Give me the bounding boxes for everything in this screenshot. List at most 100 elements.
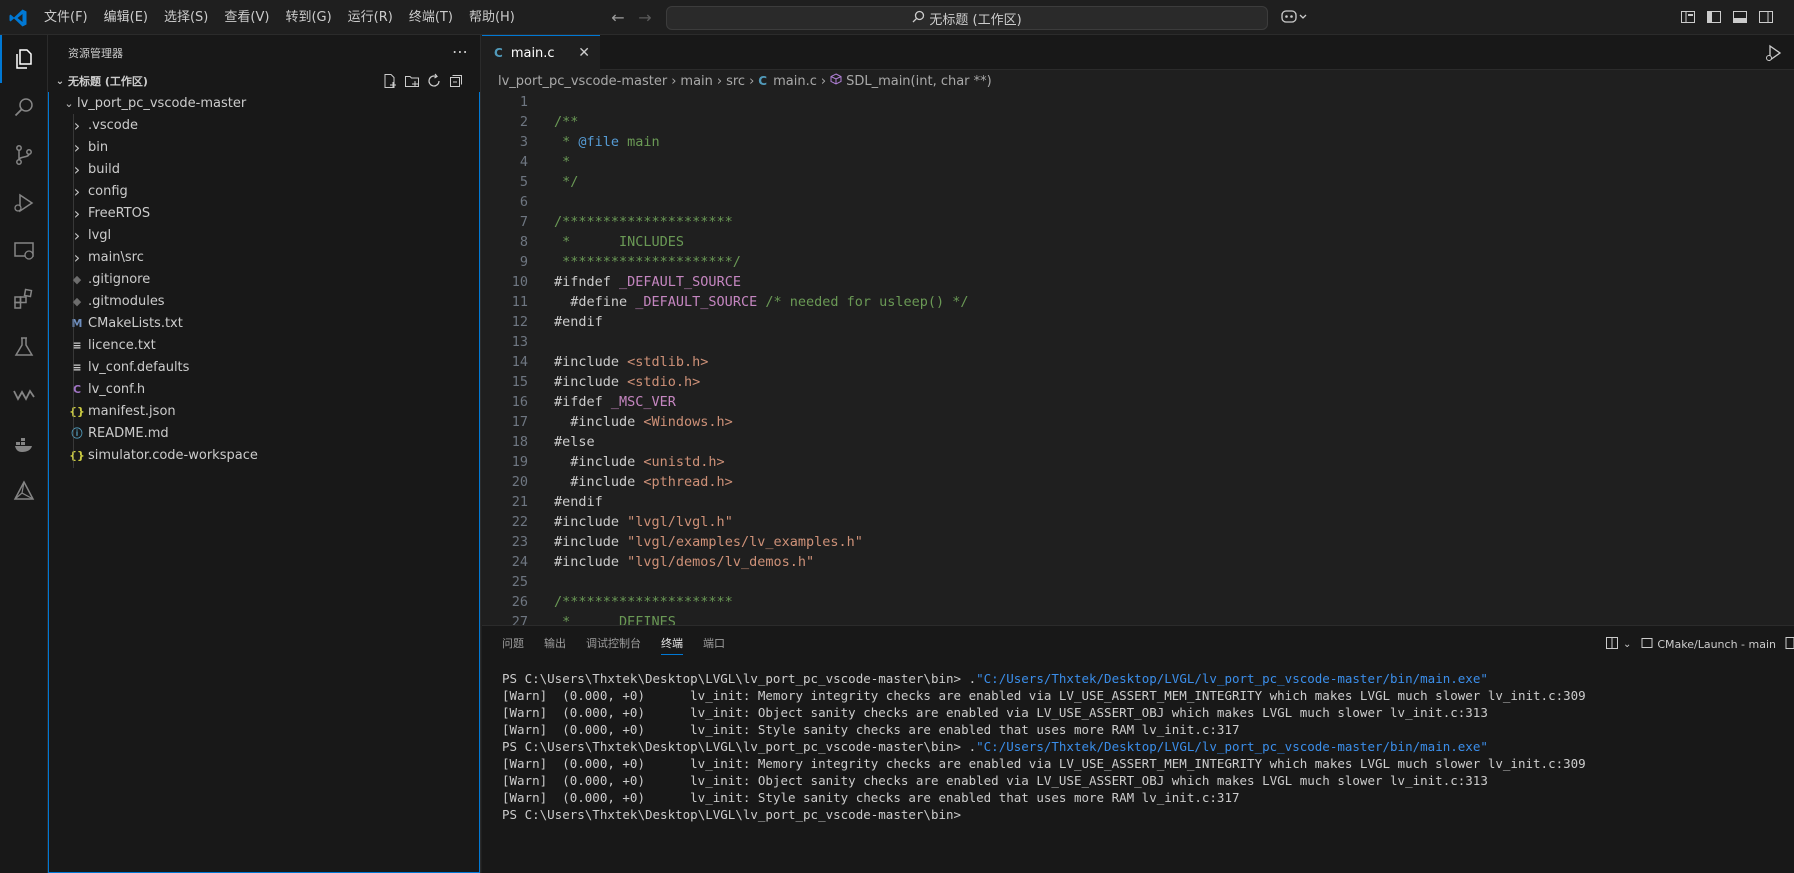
menu-edit[interactable]: 编辑(E)	[96, 6, 156, 30]
testing-icon[interactable]	[0, 323, 48, 371]
tree-item-bin[interactable]: › bin	[49, 136, 479, 158]
breadcrumb-item[interactable]: SDL_main(int, char **)	[846, 74, 992, 89]
code-line[interactable]: 6	[482, 192, 1794, 212]
tree-item-simulator-code-workspace[interactable]: {} simulator.code-workspace	[49, 444, 479, 466]
code-line[interactable]: 24 #include "lvgl/demos/lv_demos.h"	[482, 552, 1794, 572]
code-line[interactable]: 14 #include <stdlib.h>	[482, 352, 1794, 372]
extensions-icon[interactable]	[0, 275, 48, 323]
toggle-secondary-sidebar-icon[interactable]	[1758, 9, 1774, 25]
editor-group: C main.c ✕ lv_port_pc_vscode-master › ma…	[482, 35, 1794, 625]
tree-item-freertos[interactable]: › FreeRTOS	[49, 202, 479, 224]
code-line[interactable]: 7 /*********************	[482, 212, 1794, 232]
tree-item-main-src[interactable]: › main\src	[49, 246, 479, 268]
code-line[interactable]: 2 /**	[482, 112, 1794, 132]
code-editor[interactable]: 1 2/** 3 * @file main 4 * 5 */6 7/***********…	[482, 92, 1794, 625]
code-line[interactable]: 21 #endif	[482, 492, 1794, 512]
toggle-panel-icon[interactable]	[1732, 9, 1748, 25]
menu-selection[interactable]: 选择(S)	[156, 6, 216, 30]
back-arrow-icon[interactable]: ←	[607, 7, 629, 29]
tree-item-lvgl[interactable]: › lvgl	[49, 224, 479, 246]
tab-main-c[interactable]: C main.c ✕	[482, 35, 600, 70]
workspace-header[interactable]: ⌄ 无标题 (工作区)	[48, 70, 480, 92]
terminal-output[interactable]: PS C:\Users\Thxtek\Desktop\LVGL\lv_port_…	[502, 670, 1794, 823]
line-number: 14	[511, 354, 528, 370]
customize-layout-icon[interactable]	[1680, 9, 1696, 25]
tree-root-folder[interactable]: ⌄ lv_port_pc_vscode-master	[49, 92, 479, 114]
code-line[interactable]: 25	[482, 572, 1794, 592]
code-line[interactable]: 16 #ifdef _MSC_VER	[482, 392, 1794, 412]
code-line[interactable]: 22 #include "lvgl/lvgl.h"	[482, 512, 1794, 532]
code-line[interactable]: 4 *	[482, 152, 1794, 172]
code-line[interactable]: 23 #include "lvgl/examples/lv_examples.h"	[482, 532, 1794, 552]
code-line[interactable]: 1	[482, 92, 1794, 112]
new-folder-icon[interactable]	[404, 73, 420, 89]
code-token: #define	[554, 294, 636, 310]
tab-debug-console[interactable]: 调试控制台	[576, 626, 651, 662]
copilot-icon[interactable]	[1280, 6, 1310, 28]
code-line[interactable]: 10 #ifndef _DEFAULT_SOURCE	[482, 272, 1794, 292]
code-token: /**	[554, 114, 579, 130]
tree-item-vscode[interactable]: › .vscode	[49, 114, 479, 136]
run-and-debug-icon[interactable]	[0, 179, 48, 227]
wave-extension-icon[interactable]	[0, 371, 48, 419]
menu-go[interactable]: 转到(G)	[277, 6, 339, 30]
code-line[interactable]: 27 * DEFINES	[482, 612, 1794, 625]
code-line[interactable]: 11 #define _DEFAULT_SOURCE /* needed for…	[482, 292, 1794, 312]
cmake-icon[interactable]	[0, 467, 48, 515]
tab-problems[interactable]: 问题	[492, 626, 534, 662]
tree-item-readme-md[interactable]: ⓘ README.md	[49, 422, 479, 444]
tree-item-manifest-json[interactable]: {} manifest.json	[49, 400, 479, 422]
more-actions-icon[interactable]: ⋯	[452, 42, 468, 61]
run-debug-icon[interactable]	[1764, 43, 1784, 63]
menu-help[interactable]: 帮助(H)	[461, 6, 523, 30]
code-line[interactable]: 12 #endif	[482, 312, 1794, 332]
tree-item-gitignore[interactable]: ◆ .gitignore	[49, 268, 479, 290]
tree-item-gitmodules[interactable]: ◆ .gitmodules	[49, 290, 479, 312]
terminal-task-label[interactable]: CMake/Launch - main	[1657, 638, 1776, 651]
tab-output[interactable]: 输出	[534, 626, 576, 662]
menu-run[interactable]: 运行(R)	[340, 6, 401, 30]
new-file-icon[interactable]	[382, 73, 398, 89]
remote-explorer-icon[interactable]	[0, 227, 48, 275]
forward-arrow-icon[interactable]: →	[634, 7, 656, 29]
explorer-icon[interactable]	[0, 35, 48, 83]
code-line[interactable]: 19 #include <unistd.h>	[482, 452, 1794, 472]
tree-item-build[interactable]: › build	[49, 158, 479, 180]
command-center[interactable]: 无标题 (工作区)	[666, 6, 1268, 30]
toggle-primary-sidebar-icon[interactable]	[1706, 9, 1722, 25]
tree-item-lv-conf-defaults[interactable]: ≡ lv_conf.defaults	[49, 356, 479, 378]
chevron-down-icon[interactable]: ⌄	[1623, 639, 1631, 650]
code-line[interactable]: 3 * @file main	[482, 132, 1794, 152]
code-line[interactable]: 26 /*********************	[482, 592, 1794, 612]
code-line[interactable]: 8 * INCLUDES	[482, 232, 1794, 252]
menu-file[interactable]: 文件(F)	[36, 6, 96, 30]
code-line[interactable]: 20 #include <pthread.h>	[482, 472, 1794, 492]
tree-item-licence-txt[interactable]: ≡ licence.txt	[49, 334, 479, 356]
code-line[interactable]: 18 #else	[482, 432, 1794, 452]
docker-icon[interactable]	[0, 419, 48, 467]
breadcrumb: lv_port_pc_vscode-master › main › src › …	[482, 70, 1794, 92]
breadcrumb-item[interactable]: lv_port_pc_vscode-master	[498, 74, 667, 89]
code-line[interactable]: 5 */	[482, 172, 1794, 192]
code-line[interactable]: 17 #include <Windows.h>	[482, 412, 1794, 432]
terminal-list-icon[interactable]	[1784, 636, 1794, 653]
breadcrumb-item[interactable]: src	[726, 74, 745, 89]
refresh-icon[interactable]	[426, 73, 442, 89]
tree-item-config[interactable]: › config	[49, 180, 479, 202]
code-line[interactable]: 13	[482, 332, 1794, 352]
source-control-icon[interactable]	[0, 131, 48, 179]
tab-terminal[interactable]: 终端	[651, 626, 693, 662]
code-line[interactable]: 9 *********************/	[482, 252, 1794, 272]
close-icon[interactable]: ✕	[578, 45, 590, 61]
tree-item-lv-conf-h[interactable]: Clv_conf.h	[49, 378, 479, 400]
split-terminal-icon[interactable]	[1605, 636, 1619, 653]
menu-view[interactable]: 查看(V)	[216, 6, 277, 30]
tab-ports[interactable]: 端口	[693, 626, 735, 662]
search-icon[interactable]	[0, 83, 48, 131]
breadcrumb-item[interactable]: main.c	[773, 74, 817, 89]
collapse-all-icon[interactable]	[448, 73, 464, 89]
breadcrumb-item[interactable]: main	[680, 74, 712, 89]
code-line[interactable]: 15 #include <stdio.h>	[482, 372, 1794, 392]
menu-terminal[interactable]: 终端(T)	[401, 6, 461, 30]
tree-item-cmakelists-txt[interactable]: M CMakeLists.txt	[49, 312, 479, 334]
